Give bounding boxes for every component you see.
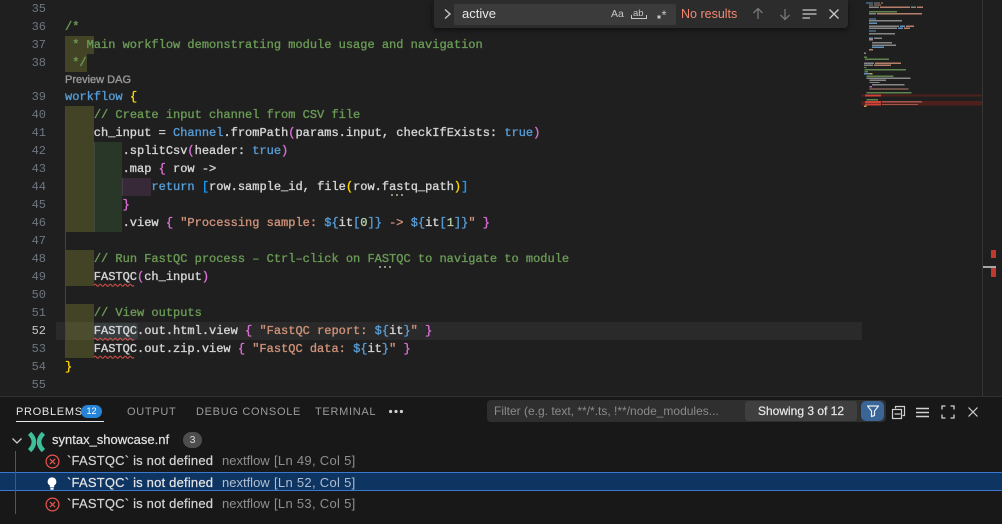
svg-text:*: *: [662, 7, 667, 22]
svg-text:ab: ab: [633, 8, 644, 19]
